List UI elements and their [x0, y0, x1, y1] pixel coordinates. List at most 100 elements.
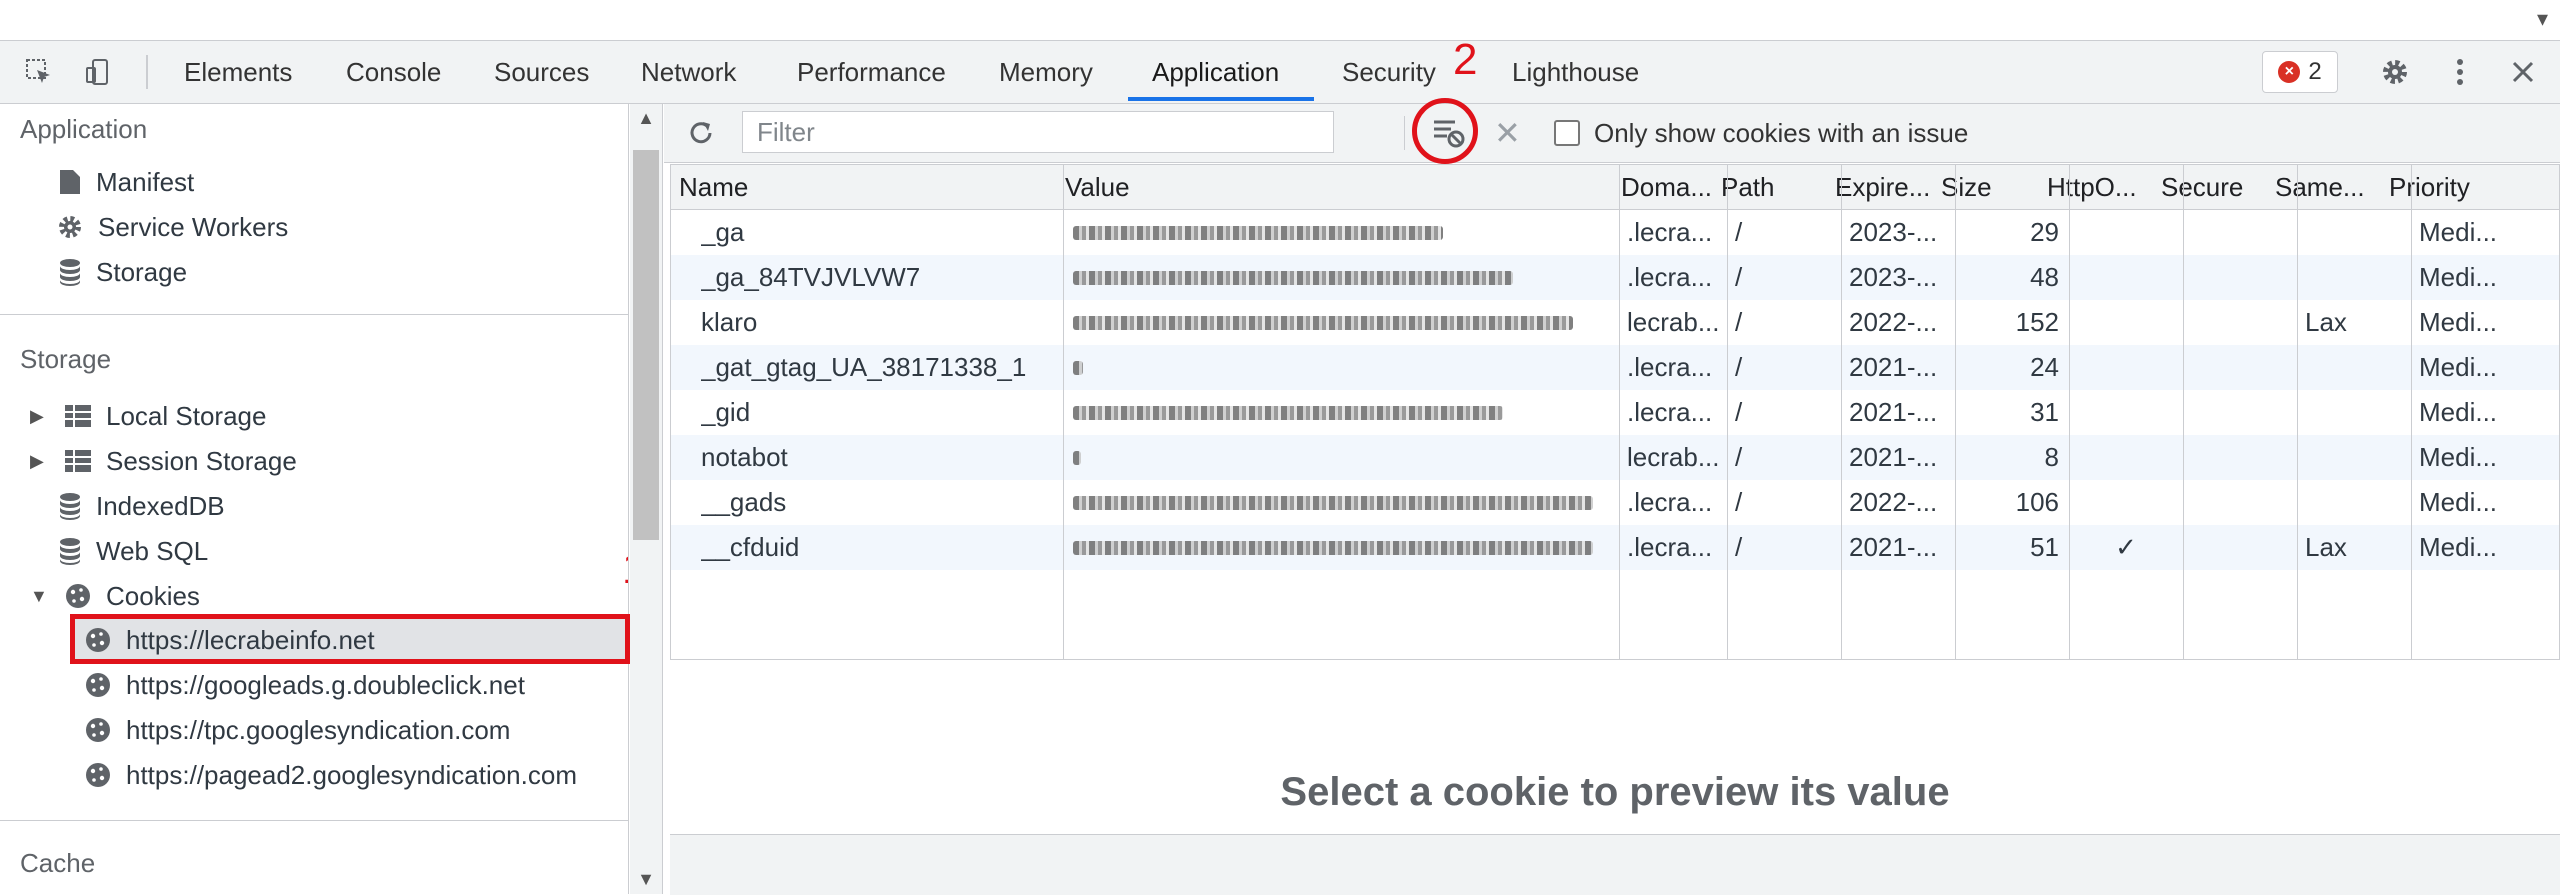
column-header-path[interactable]: Path: [1713, 165, 1835, 209]
refresh-icon[interactable]: [684, 116, 718, 150]
scrollbar-thumb[interactable]: [633, 150, 659, 540]
cell-same-site: [2305, 435, 2405, 480]
collapse-triangle-icon[interactable]: ▼: [30, 586, 50, 607]
column-header-samesite[interactable]: Same...: [2267, 165, 2381, 209]
table-row[interactable]: _gat_gtag_UA_38171338_1 .lecra... / 2021-..…: [671, 345, 2559, 390]
tab-memory[interactable]: Memory: [999, 41, 1093, 101]
cell-name: _gat_gtag_UA_38171338_1: [701, 352, 1027, 382]
tab-application[interactable]: Application: [1152, 41, 1279, 101]
sidebar-item-storage[interactable]: Storage: [58, 250, 187, 294]
cookie-origin-lecrabeinfo[interactable]: https://lecrabeinfo.net: [84, 618, 375, 662]
sidebar-item-service-workers[interactable]: Service Workers: [56, 205, 288, 249]
cell-http-only: [2069, 390, 2183, 435]
cell-domain: lecrab...: [1627, 442, 1720, 472]
cell-secure: [2183, 300, 2297, 345]
cell-path: /: [1735, 262, 1743, 292]
cell-expires: 2023-...: [1849, 217, 1938, 247]
column-header-expires[interactable]: Expire...: [1827, 165, 1941, 209]
tab-security[interactable]: Security: [1342, 41, 1436, 101]
preview-bottom-bar: [670, 834, 2560, 895]
gear-icon: [59, 216, 81, 238]
sidebar-item-cookies[interactable]: ▼ Cookies: [30, 574, 200, 618]
cell-priority: Medi...: [2419, 397, 2498, 427]
tab-lighthouse[interactable]: Lighthouse: [1512, 41, 1639, 101]
filter-input[interactable]: [742, 111, 1334, 153]
cookie-preview-pane: Select a cookie to preview its value: [670, 660, 2560, 840]
device-toolbar-icon[interactable]: [82, 55, 116, 89]
cell-same-site: Lax: [2305, 307, 2347, 337]
cell-path: /: [1735, 442, 1743, 472]
sidebar-item-label: Manifest: [96, 166, 195, 197]
cell-size: 31: [2030, 397, 2059, 427]
tab-network[interactable]: Network: [641, 41, 736, 101]
only-issues-toggle[interactable]: Only show cookies with an issue: [1554, 104, 1968, 162]
table-row[interactable]: __gads .lecra... / 2022-... 106 Medi...: [671, 480, 2559, 525]
table-row[interactable]: klaro lecrab... / 2022-... 152 Lax Medi...: [671, 300, 2559, 345]
sidebar-divider: [0, 314, 628, 315]
column-header-httponly[interactable]: HttpO...: [2039, 165, 2153, 209]
table-icon: [65, 450, 91, 472]
cell-domain: .lecra...: [1627, 262, 1713, 292]
sidebar-item-local-storage[interactable]: ▶ Local Storage: [30, 394, 266, 438]
sidebar-scrollbar[interactable]: ▲ ▼: [630, 104, 663, 894]
sidebar-divider: [0, 820, 628, 821]
error-count-badge[interactable]: × 2: [2262, 51, 2338, 93]
column-divider: [2297, 165, 2298, 659]
only-issues-checkbox[interactable]: [1554, 120, 1580, 146]
cell-same-site: [2305, 255, 2405, 300]
sidebar-item-manifest[interactable]: Manifest: [58, 160, 194, 204]
table-row[interactable]: _gid .lecra... / 2021-... 31 Medi...: [671, 390, 2559, 435]
cell-priority: Medi...: [2419, 442, 2498, 472]
cell-same-site: [2305, 390, 2405, 435]
close-devtools-icon[interactable]: [2506, 55, 2540, 89]
inspect-element-icon[interactable]: [22, 55, 56, 89]
expand-triangle-icon[interactable]: ▶: [30, 451, 50, 472]
cookie-icon: [86, 628, 110, 652]
cookie-icon: [86, 718, 110, 742]
more-options-icon[interactable]: [2443, 55, 2477, 89]
column-header-secure[interactable]: Secure: [2153, 165, 2267, 209]
cell-name: _gid: [701, 397, 751, 427]
column-header-priority[interactable]: Priority: [2381, 165, 2559, 209]
settings-gear-icon[interactable]: [2378, 55, 2412, 89]
sidebar-item-session-storage[interactable]: ▶ Session Storage: [30, 439, 297, 483]
cell-same-site: [2305, 345, 2405, 390]
database-icon: [60, 493, 80, 520]
table-row[interactable]: _ga .lecra... / 2023-... 29 Medi...: [671, 210, 2559, 255]
cell-http-only: [2069, 480, 2183, 525]
sidebar-item-label: Storage: [96, 256, 188, 287]
sidebar-item-label: Session Storage: [106, 445, 297, 476]
cell-domain: .lecra...: [1627, 397, 1713, 427]
tab-performance[interactable]: Performance: [797, 41, 946, 101]
scroll-up-icon[interactable]: ▲: [630, 108, 662, 129]
cookie-origin-tpc-googlesyndication[interactable]: https://tpc.googlesyndication.com: [84, 708, 510, 752]
cell-secure: [2183, 390, 2297, 435]
column-header-domain[interactable]: Doma...: [1613, 165, 1721, 209]
chevron-down-icon[interactable]: ▾: [2537, 6, 2548, 32]
cookie-icon: [86, 673, 110, 697]
sidebar-item-indexeddb[interactable]: IndexedDB: [58, 484, 225, 528]
cell-name: _ga: [701, 217, 745, 247]
scroll-down-icon[interactable]: ▼: [630, 869, 662, 890]
cell-name: _ga_84TVJVLVW7: [701, 262, 921, 292]
sidebar-item-web-sql[interactable]: Web SQL: [58, 529, 208, 573]
table-row[interactable]: __cfduid .lecra... / 2021-... 51 ✓ Lax Medi...: [671, 525, 2559, 570]
table-header: Name Value Doma... Path Expire... Size H…: [671, 165, 2559, 210]
column-divider: [2411, 165, 2412, 659]
tab-console[interactable]: Console: [346, 41, 441, 101]
expand-triangle-icon[interactable]: ▶: [30, 406, 50, 427]
column-header-name[interactable]: Name: [671, 165, 1064, 209]
column-header-size[interactable]: Size: [1933, 165, 2047, 209]
file-icon: [60, 170, 80, 194]
tab-elements[interactable]: Elements: [184, 41, 292, 101]
table-row[interactable]: _ga_84TVJVLVW7 .lecra... / 2023-... 48 Medi..…: [671, 255, 2559, 300]
cookie-origin-pagead2[interactable]: https://pagead2.googlesyndication.com: [84, 753, 577, 797]
delete-selected-icon[interactable]: ✕: [1494, 114, 1521, 152]
cell-value-obscured: [1073, 451, 1081, 465]
cell-secure: [2183, 480, 2297, 525]
tab-sources[interactable]: Sources: [494, 41, 589, 101]
cookie-origin-doubleclick[interactable]: https://googleads.g.doubleclick.net: [84, 663, 525, 707]
active-tab-indicator: [1128, 97, 1314, 101]
table-row[interactable]: notabot lecrab... / 2021-... 8 Medi...: [671, 435, 2559, 480]
column-header-value[interactable]: Value: [1057, 165, 1613, 209]
